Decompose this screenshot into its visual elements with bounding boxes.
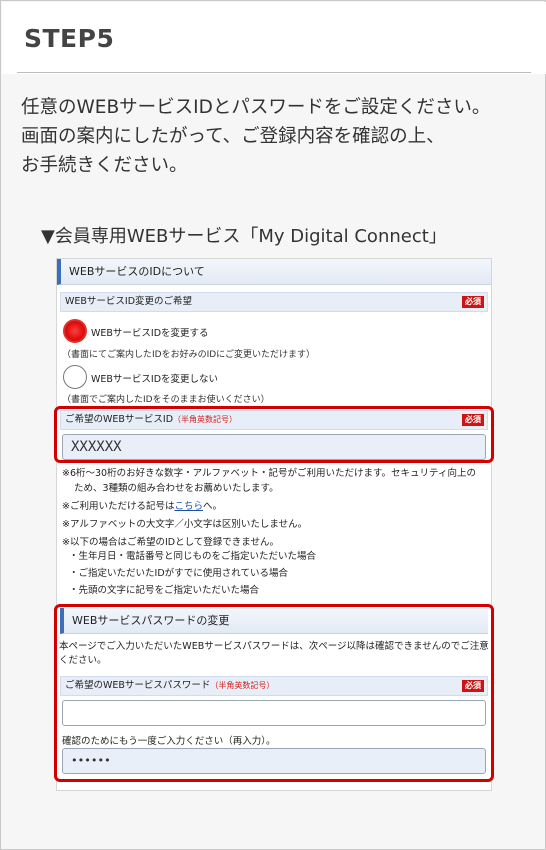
id-notes: ※6桁～30桁のお好きな数字・アルファベット・記号がご利用いただけます。セキュリ… xyxy=(62,466,488,550)
option-keep-note: （書面でご案内したIDをそのままお使いください） xyxy=(62,395,270,405)
pw-description: 本ページでご入力いただいたWEBサービスパスワードは、次ページ以降は確認できませ… xyxy=(59,641,489,666)
invalid-id-list: 生年月日・電話番号と同じものをご指定いただいた場合 ご指定いただいたIDがすでに… xyxy=(69,548,317,599)
desired-id-input[interactable]: XXXXXX xyxy=(62,434,486,460)
divider xyxy=(17,72,531,73)
note-line: ※アルファベットの大文字／小文字は区別いたしません。 xyxy=(62,519,308,530)
required-badge: 必須 xyxy=(462,296,484,308)
radio-keep[interactable] xyxy=(63,365,87,389)
list-item: ご指定いただいたIDがすでに使用されている場合 xyxy=(69,565,316,582)
note-line: ※6桁～30桁のお好きな数字・アルファベット・記号がご利用いただけます。セキュリ… xyxy=(62,468,476,479)
intro-text: 任意のWEBサービスIDとパスワードをご設定ください。 画面の案内にしたがって、… xyxy=(21,93,536,180)
intro-line: お手続きください。 xyxy=(21,155,188,176)
pw-section-header: WEBサービスパスワードの変更 xyxy=(60,608,488,634)
change-pref-header: WEBサービスID変更のご希望 必須 xyxy=(60,292,488,312)
step-card: STEP5 任意のWEBサービスIDとパスワードをご設定ください。 画面の案内に… xyxy=(0,0,546,850)
change-pref-label: WEBサービスID変更のご希望 xyxy=(65,296,193,307)
web-service-panel: WEBサービスのIDについて WEBサービスID変更のご希望 必須 WEBサービ… xyxy=(54,258,494,791)
desired-pw-label: ご希望のWEBサービスパスワード xyxy=(65,680,211,691)
note-text: へ。 xyxy=(202,501,222,512)
list-item: 生年月日・電話番号と同じものをご指定いただいた場合 xyxy=(69,548,317,565)
confirm-pw-label: 確認のためにもう一度ご入力ください（再入力）。 xyxy=(62,736,276,747)
required-badge: 必須 xyxy=(462,680,484,692)
desired-id-label: ご希望のWEBサービスID xyxy=(65,414,174,425)
list-item: 先頭の文字に記号をご指定いただいた場合 xyxy=(69,582,316,599)
symbols-link[interactable]: こちら xyxy=(174,501,203,512)
required-badge: 必須 xyxy=(462,414,484,426)
option-keep-label: WEBサービスIDを変更しない xyxy=(91,374,219,385)
note-line: ため、3種類の組み合わせをお薦めいたします。 xyxy=(74,483,279,494)
intro-line: 画面の案内にしたがって、ご登録内容を確認の上、 xyxy=(21,126,445,147)
intro-line: 任意のWEBサービスIDとパスワードをご設定ください。 xyxy=(21,97,491,118)
desired-pw-input[interactable] xyxy=(62,700,486,726)
radio-change[interactable] xyxy=(63,319,87,343)
screenshot-caption: ▼会員専用WEBサービス「My Digital Connect」 xyxy=(41,226,447,247)
step-header: STEP5 xyxy=(2,2,546,74)
desired-pw-hint: （半角英数記号） xyxy=(210,681,275,690)
option-change-label: WEBサービスIDを変更する xyxy=(91,328,209,339)
desired-id-hint: （半角英数記号） xyxy=(173,415,238,424)
id-section-header: WEBサービスのIDについて xyxy=(57,259,491,285)
option-change-note: （書面にてご案内したIDをお好みのIDにご変更いただけます） xyxy=(62,350,315,360)
confirm-pw-input[interactable]: •••••• xyxy=(62,748,486,774)
step-title: STEP5 xyxy=(24,24,115,53)
note-line-symbols: ※ご利用いただける記号はこちらへ。 xyxy=(62,499,488,514)
desired-id-header: ご希望のWEBサービスID（半角英数記号） 必須 xyxy=(60,410,488,430)
desired-pw-header: ご希望のWEBサービスパスワード（半角英数記号） 必須 xyxy=(60,676,488,696)
note-text: ※ご利用いただける記号は xyxy=(62,501,175,512)
